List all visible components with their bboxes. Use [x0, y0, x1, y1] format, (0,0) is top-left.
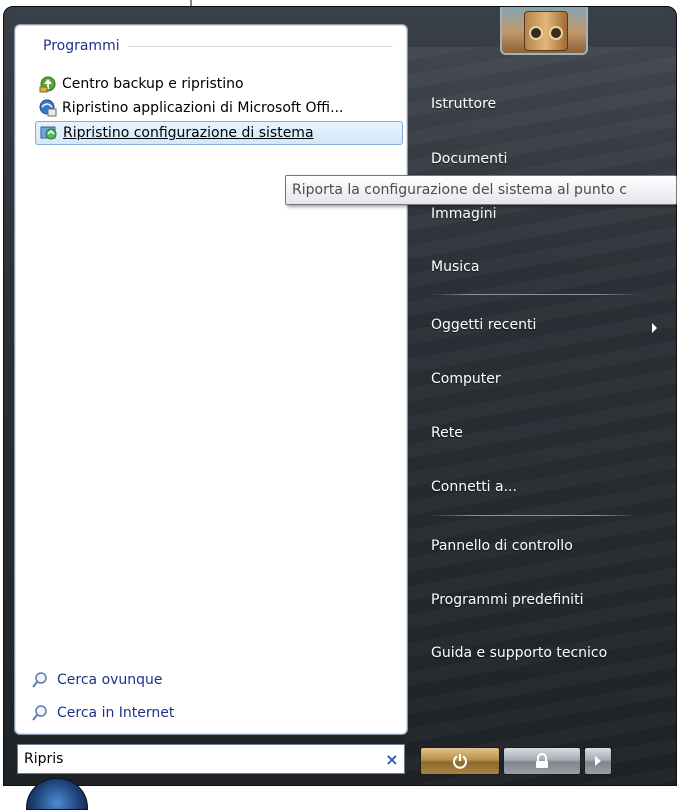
search-icon	[32, 672, 47, 688]
power-icon	[453, 754, 467, 769]
menu-item-istruttore[interactable]: Istruttore	[421, 87, 661, 121]
search-everywhere-label: Cerca ovunque	[57, 672, 163, 688]
menu-separator	[430, 515, 638, 516]
user-picture[interactable]	[500, 7, 588, 55]
menu-item-connetti[interactable]: Connetti a...	[421, 470, 661, 504]
lock-icon	[536, 753, 548, 768]
menu-item-rete[interactable]: Rete	[421, 416, 661, 450]
search-internet-label: Cerca in Internet	[57, 705, 175, 721]
tooltip-text: Riporta la configurazione del sistema al…	[292, 182, 627, 198]
tooltip: Riporta la configurazione del sistema al…	[285, 175, 677, 205]
menu-item-label: Programmi predefiniti	[431, 592, 584, 608]
programs-section-title: Programmi	[43, 38, 120, 54]
search-everywhere-link[interactable]: Cerca ovunque	[31, 668, 163, 692]
program-label: Centro backup e ripristino	[62, 76, 244, 92]
lock-button[interactable]	[503, 747, 581, 775]
search-box: ×	[17, 744, 405, 774]
menu-item-label: Pannello di controllo	[431, 538, 573, 554]
menu-item-label: Immagini	[431, 206, 497, 222]
system-restore-icon	[40, 126, 57, 140]
arrow-right-icon	[595, 756, 601, 766]
program-label: Ripristino configurazione di sistema	[63, 125, 314, 141]
user-picture-robot	[524, 11, 568, 51]
menu-item-label: Documenti	[431, 151, 508, 167]
office-recovery-icon	[39, 99, 57, 117]
menu-item-label: Connetti a...	[431, 479, 517, 495]
menu-separator	[430, 294, 638, 295]
menu-item-oggetti-recenti[interactable]: Oggetti recenti	[421, 308, 661, 342]
program-item-backup[interactable]: Centro backup e ripristino	[35, 72, 403, 96]
menu-item-label: Oggetti recenti	[431, 317, 537, 333]
menu-item-computer[interactable]: Computer	[421, 362, 661, 396]
clear-search-icon[interactable]: ×	[380, 750, 404, 769]
menu-item-label: Guida e supporto tecnico	[431, 645, 608, 661]
search-input[interactable]	[18, 751, 380, 767]
power-button[interactable]	[420, 747, 500, 775]
menu-item-programmi-predefiniti[interactable]: Programmi predefiniti	[421, 583, 661, 617]
robot-eye-left	[529, 26, 543, 40]
menu-item-documenti[interactable]: Documenti	[421, 142, 661, 176]
menu-item-label: Computer	[431, 371, 501, 387]
submenu-arrow-icon	[652, 323, 657, 333]
search-icon	[32, 705, 47, 721]
menu-item-label: Istruttore	[431, 96, 497, 112]
programs-section-header: Programmi	[43, 37, 393, 55]
programs-panel: Programmi Centro backup e ripristino Rip…	[14, 24, 408, 735]
menu-item-label: Musica	[431, 259, 480, 275]
start-menu: Programmi Centro backup e ripristino Rip…	[3, 6, 677, 786]
program-label: Ripristino applicazioni di Microsoft Off…	[62, 100, 344, 116]
menu-item-musica[interactable]: Musica	[421, 250, 661, 284]
program-item-office-recovery[interactable]: Ripristino applicazioni di Microsoft Off…	[35, 96, 403, 120]
shutdown-options-button[interactable]	[584, 747, 612, 775]
menu-item-guida[interactable]: Guida e supporto tecnico	[421, 636, 661, 670]
backup-restore-icon	[39, 76, 56, 93]
menu-item-label: Rete	[431, 425, 463, 441]
search-internet-link[interactable]: Cerca in Internet	[31, 701, 174, 725]
program-item-system-restore[interactable]: Ripristino configurazione di sistema	[35, 121, 403, 145]
section-divider	[127, 45, 393, 47]
menu-item-pannello-controllo[interactable]: Pannello di controllo	[421, 529, 661, 563]
robot-eye-right	[549, 26, 563, 40]
